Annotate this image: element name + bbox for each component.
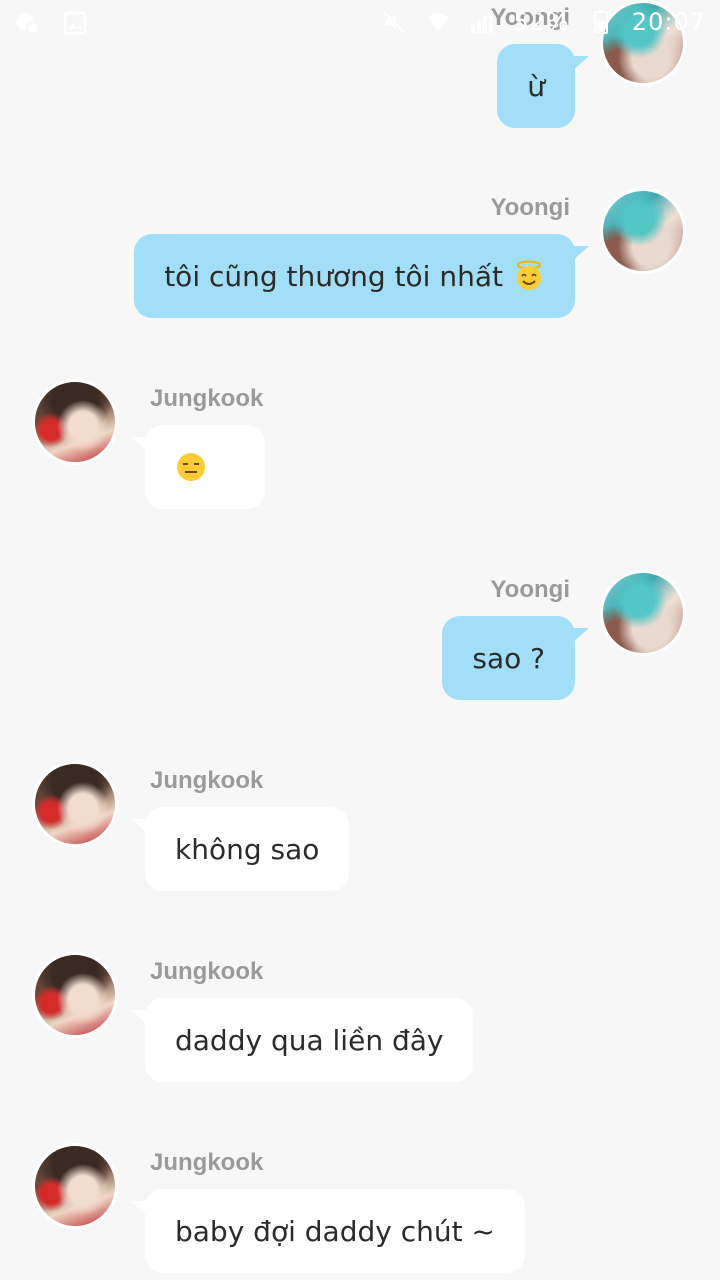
avatar-yoongi[interactable] (600, 570, 686, 656)
wifi-icon (425, 9, 451, 35)
message-text: ừ (527, 69, 545, 103)
gallery-icon (62, 10, 88, 36)
message-text: daddy qua liền đây (175, 1023, 444, 1057)
signal-icon (469, 9, 495, 35)
incoming-message-bubble[interactable]: baby đợi daddy chút ~ (131, 1189, 525, 1273)
battery-icon (588, 9, 614, 35)
sender-name: Jungkook (150, 385, 264, 412)
status-time: 20:07 (631, 8, 706, 36)
message-text: sao ? (472, 641, 545, 675)
sender-name: Jungkook (150, 1149, 264, 1176)
message-text: tôi cũng thương tôi nhất (164, 259, 503, 293)
message-text: không sao (175, 832, 320, 866)
status-left (14, 10, 88, 36)
outgoing-message-bubble[interactable]: ừ (497, 44, 589, 128)
sender-name: Jungkook (150, 767, 264, 794)
expressionless-face-icon (175, 451, 207, 483)
avatar-jungkook[interactable] (32, 952, 118, 1038)
sender-name: Yoongi (490, 576, 570, 603)
avatar-jungkook[interactable] (32, 1143, 118, 1229)
avatar-jungkook[interactable] (32, 761, 118, 847)
smiling-face-with-halo-icon (513, 260, 545, 292)
battery-percent: 52% (513, 8, 570, 36)
messenger-icon (14, 10, 40, 36)
sender-name: Yoongi (490, 194, 570, 221)
sender-name: Jungkook (150, 958, 264, 985)
status-right: 52% 20:07 (381, 8, 706, 36)
incoming-message-bubble[interactable] (131, 425, 265, 509)
outgoing-message-bubble[interactable]: tôi cũng thương tôi nhất (134, 234, 589, 318)
outgoing-message-bubble[interactable]: sao ? (442, 616, 589, 700)
mute-icon (381, 9, 407, 35)
incoming-message-bubble[interactable]: không sao (130, 807, 350, 891)
avatar-jungkook[interactable] (32, 379, 118, 465)
message-text: baby đợi daddy chút ~ (175, 1214, 495, 1248)
avatar-yoongi[interactable] (600, 188, 686, 274)
incoming-message-bubble[interactable]: daddy qua liền đây (130, 998, 474, 1082)
status-bar: 52% 20:07 (0, 0, 720, 50)
